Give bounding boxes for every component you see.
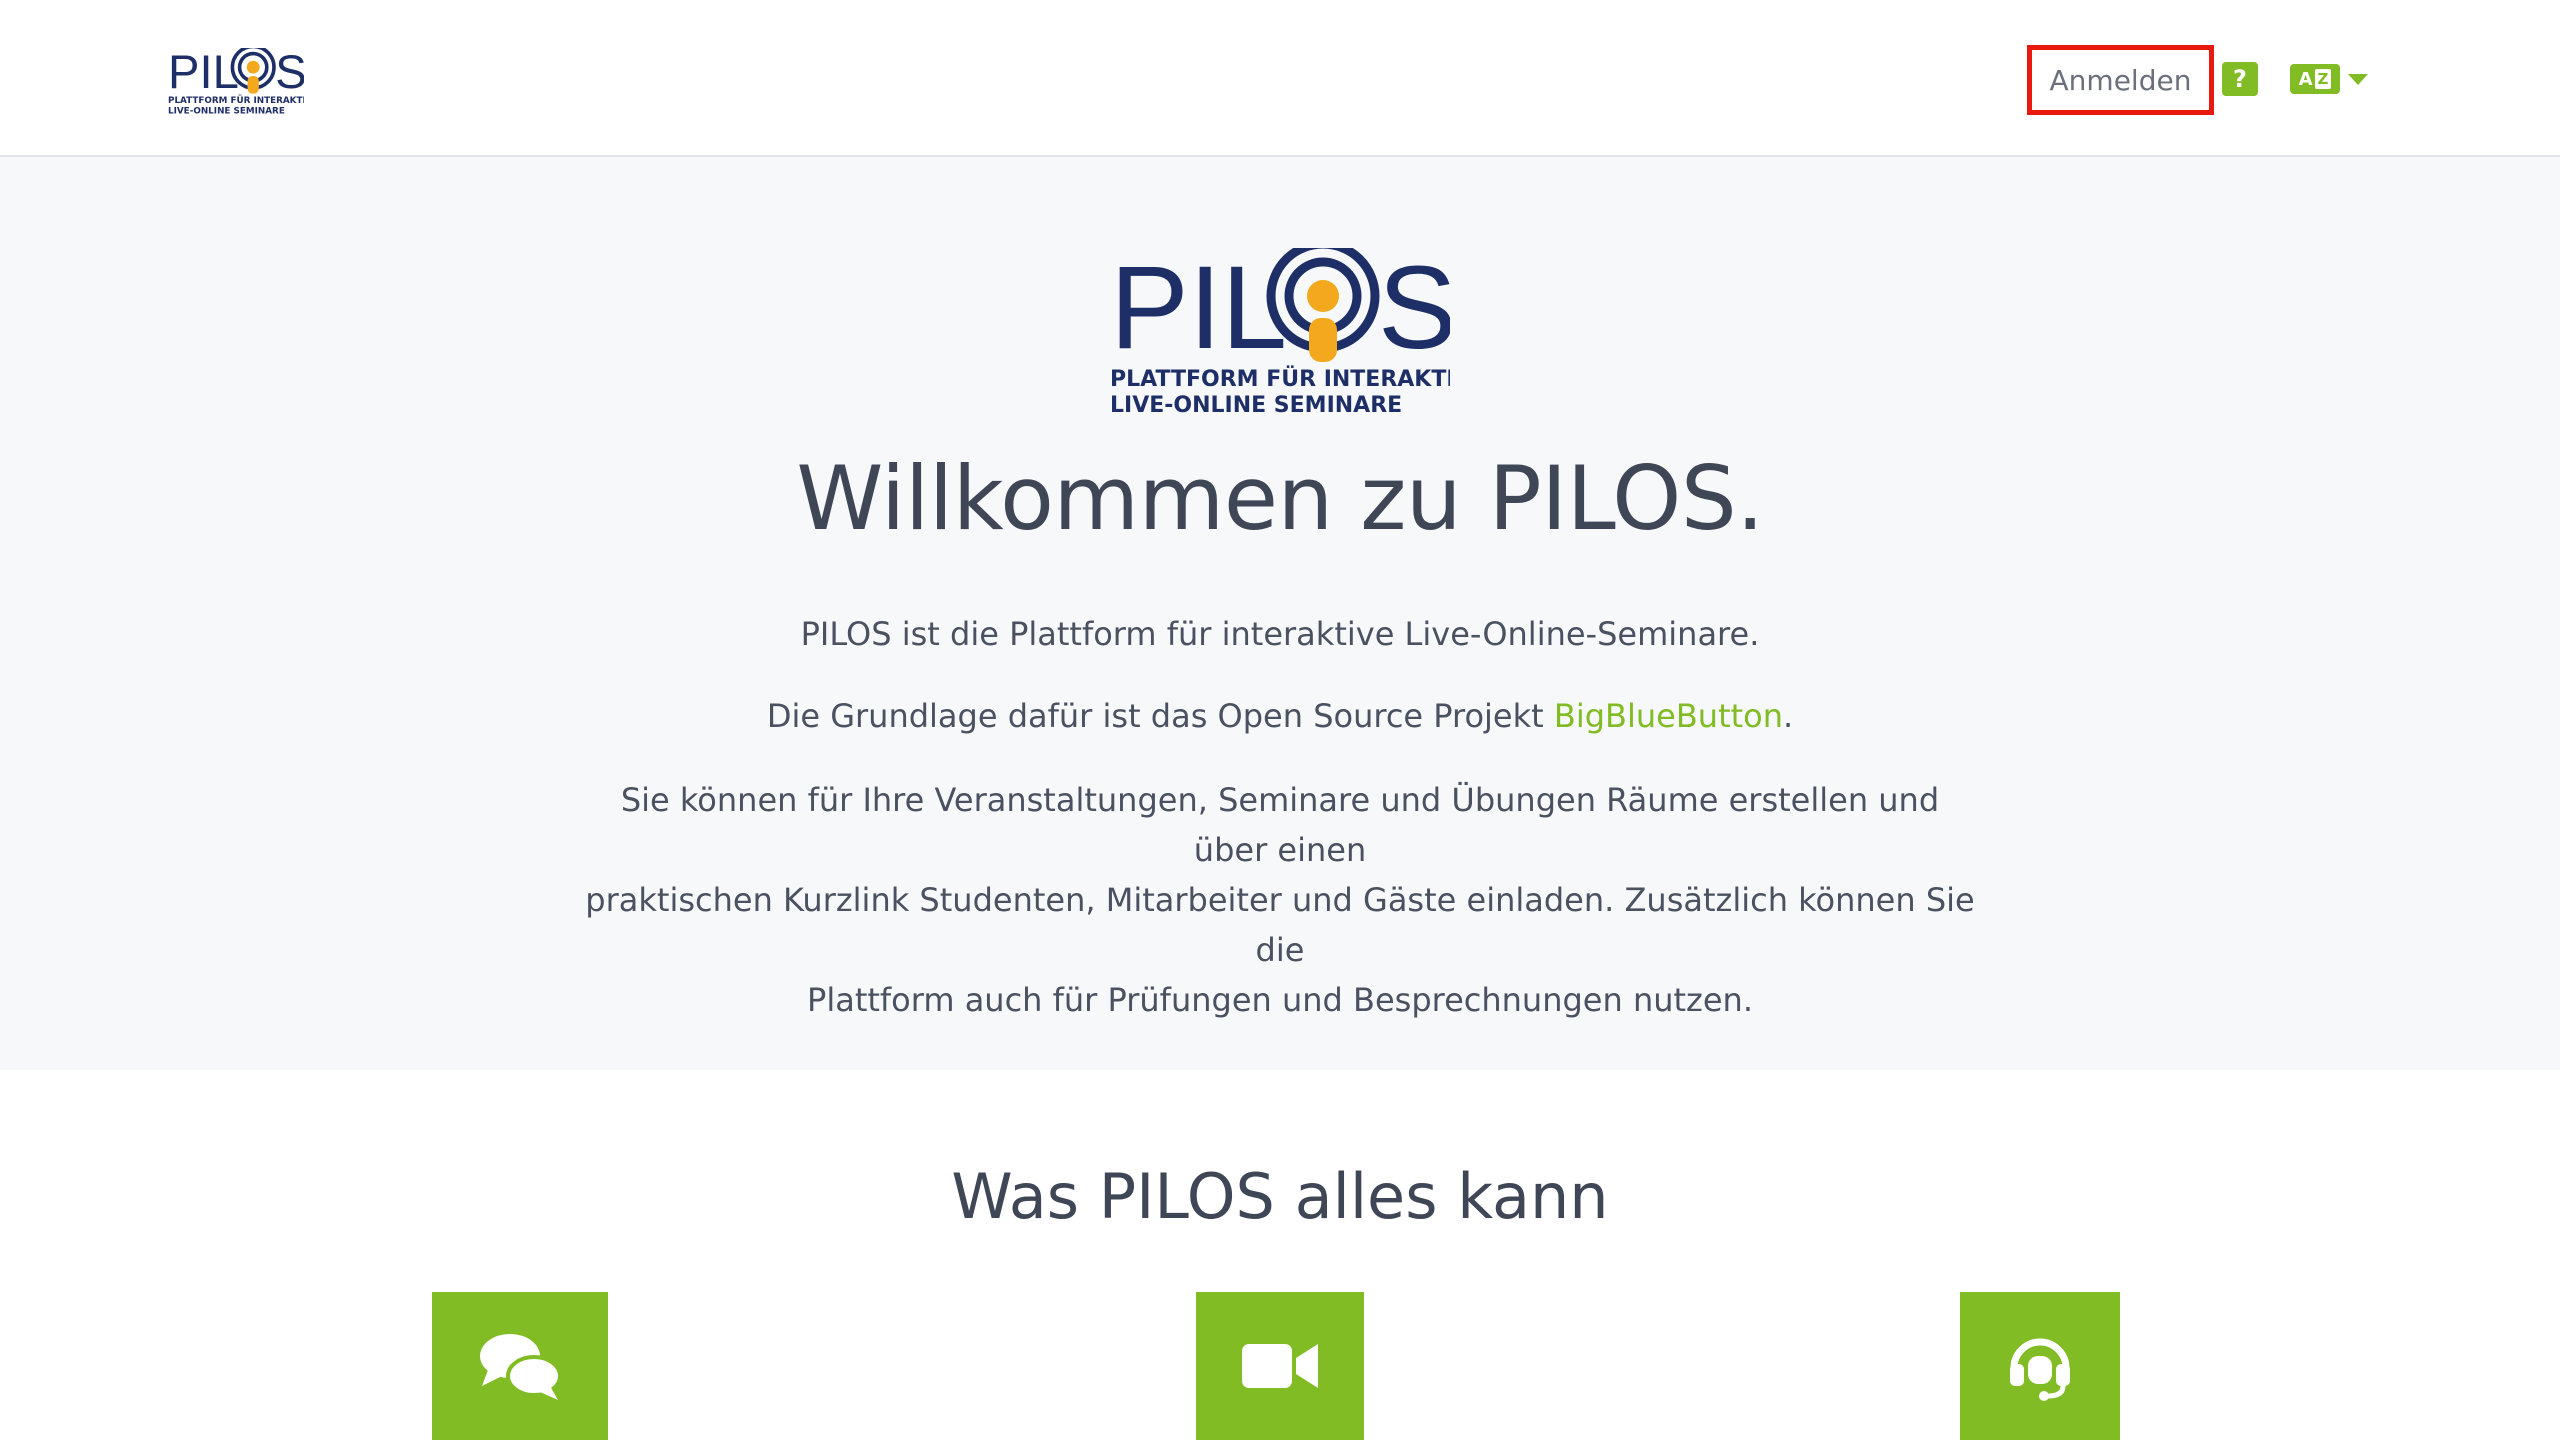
hero-paragraph-3-line-3: Plattform auch für Prüfungen und Besprec… bbox=[807, 981, 1753, 1019]
login-highlight-box: Anmelden bbox=[2027, 45, 2214, 115]
language-dropdown[interactable]: A Z bbox=[2290, 62, 2368, 96]
headset-icon bbox=[2010, 1338, 2070, 1401]
translate-icon-z: Z bbox=[2314, 69, 2332, 89]
pilos-logo-graphic: PIL S PLATTFORM FÜR INTERAKTIVE LIVE-ONL… bbox=[168, 48, 304, 116]
svg-text:LIVE-ONLINE SEMINARE: LIVE-ONLINE SEMINARE bbox=[1110, 393, 1402, 418]
hero-paragraph-2-suffix: . bbox=[1783, 697, 1794, 735]
svg-text:PLATTFORM FÜR INTERAKTIVE: PLATTFORM FÜR INTERAKTIVE bbox=[168, 95, 304, 106]
feature-tile-support bbox=[1960, 1292, 2120, 1440]
svg-text:LIVE-ONLINE SEMINARE: LIVE-ONLINE SEMINARE bbox=[168, 107, 285, 116]
chat-bubbles-icon bbox=[480, 1334, 562, 1400]
bigbluebutton-link[interactable]: BigBlueButton bbox=[1554, 697, 1783, 735]
hero-paragraph-3: Sie können für Ihre Veranstaltungen, Sem… bbox=[580, 775, 1980, 1025]
feature-tile-chat bbox=[432, 1292, 608, 1440]
features-title: Was PILOS alles kann bbox=[951, 1160, 1609, 1233]
chevron-down-icon bbox=[2348, 73, 2368, 85]
login-link[interactable]: Anmelden bbox=[2050, 64, 2192, 97]
translate-icon-a: A bbox=[2298, 68, 2313, 90]
hero-paragraph-2: Die Grundlage dafür ist das Open Source … bbox=[580, 691, 1980, 741]
svg-text:PLATTFORM FÜR INTERAKTIVE: PLATTFORM FÜR INTERAKTIVE bbox=[1110, 366, 1450, 392]
hero-paragraph-3-line-2: praktischen Kurzlink Studenten, Mitarbei… bbox=[585, 881, 1975, 969]
pilos-logo[interactable]: PIL S PLATTFORM FÜR INTERAKTIVE LIVE-ONL… bbox=[168, 48, 304, 116]
help-button[interactable]: ? bbox=[2222, 62, 2258, 96]
svg-text:PIL: PIL bbox=[1110, 248, 1287, 374]
hero-logo-graphic: PIL S PLATTFORM FÜR INTERAKTIVE LIVE-ONL… bbox=[1110, 239, 1487, 418]
feature-tile-video bbox=[1196, 1292, 1364, 1440]
hero-paragraph-2-prefix: Die Grundlage dafür ist das Open Source … bbox=[766, 697, 1554, 735]
video-camera-icon bbox=[1242, 1344, 1318, 1388]
hero-section: PIL S PLATTFORM FÜR INTERAKTIVE LIVE-ONL… bbox=[0, 157, 2560, 1070]
svg-text:S: S bbox=[275, 48, 304, 99]
hero-title: Willkommen zu PILOS. bbox=[796, 447, 1764, 550]
svg-text:PIL: PIL bbox=[168, 48, 239, 99]
svg-text:S: S bbox=[1378, 248, 1450, 374]
hero-paragraph-1: PILOS ist die Plattform für interaktive … bbox=[800, 615, 1760, 653]
translate-icon: A Z bbox=[2290, 64, 2340, 94]
hero-pilos-logo: PIL S PLATTFORM FÜR INTERAKTIVE LIVE-ONL… bbox=[1110, 239, 1487, 418]
navbar: PIL S PLATTFORM FÜR INTERAKTIVE LIVE-ONL… bbox=[0, 0, 2560, 157]
hero-paragraph-3-line-1: Sie können für Ihre Veranstaltungen, Sem… bbox=[620, 781, 1940, 869]
